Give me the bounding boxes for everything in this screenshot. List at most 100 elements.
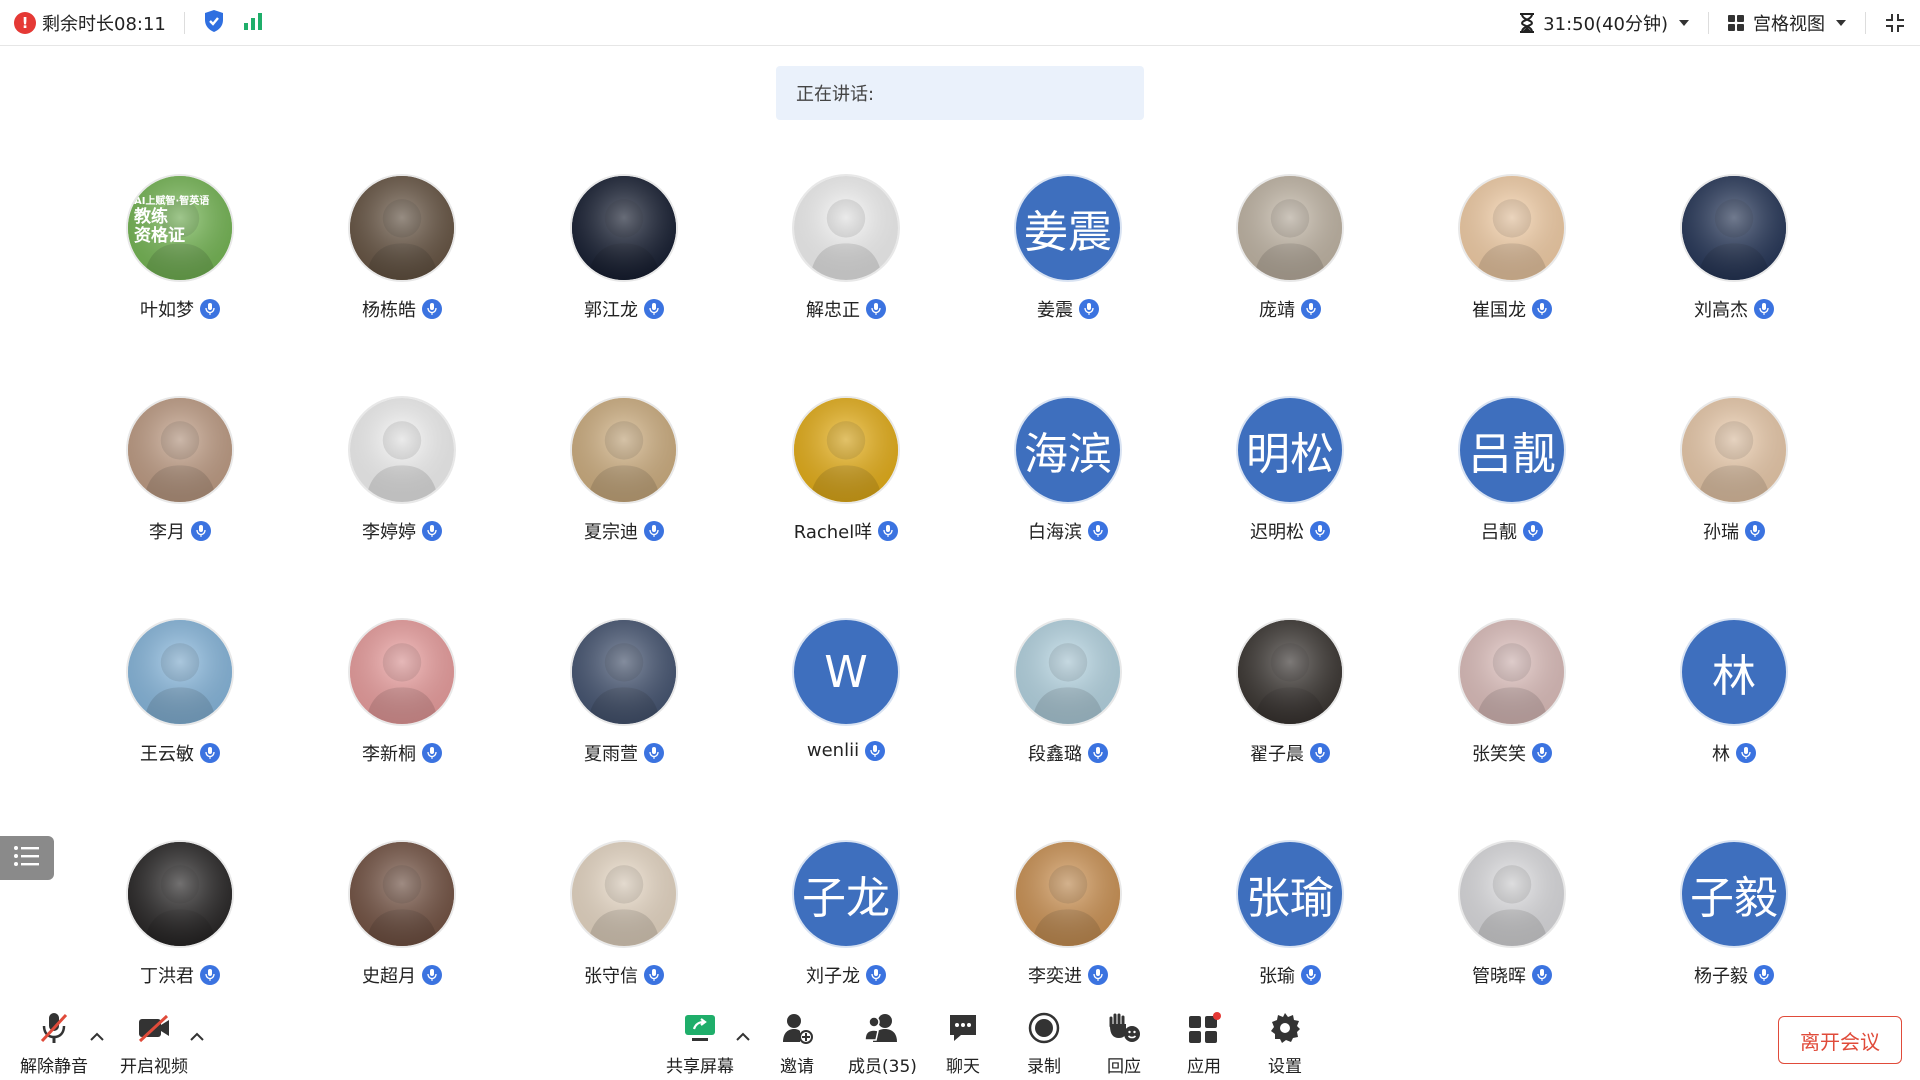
avatar[interactable] xyxy=(348,174,456,282)
audio-options-chevron[interactable] xyxy=(90,1030,104,1046)
participant-tile[interactable]: 丁洪君 xyxy=(69,840,291,1010)
avatar[interactable] xyxy=(348,396,456,504)
participant-name: 解忠正 xyxy=(806,300,860,321)
avatar[interactable] xyxy=(1458,174,1566,282)
participant-tile[interactable]: 庞靖 xyxy=(1179,174,1401,344)
view-mode-selector[interactable]: 宫格视图 xyxy=(1727,10,1847,36)
avatar[interactable]: 子龙 xyxy=(792,840,900,948)
participant-tile[interactable]: 杨栋皓 xyxy=(291,174,513,344)
participant-name: 丁洪君 xyxy=(140,966,194,987)
avatar[interactable]: W xyxy=(792,618,900,726)
participant-tile[interactable]: Rachel咩 xyxy=(735,396,957,566)
unmute-button[interactable]: 解除静音 xyxy=(20,1010,88,1077)
avatar[interactable]: 林 xyxy=(1680,618,1788,726)
participant-tile[interactable]: 王云敏 xyxy=(69,618,291,788)
mic-status-icon xyxy=(1745,521,1765,541)
participant-tile[interactable]: 海滨 白海滨 xyxy=(957,396,1179,566)
participant-tile[interactable]: 段鑫璐 xyxy=(957,618,1179,788)
chat-button[interactable]: 聊天 xyxy=(946,1010,980,1077)
avatar[interactable] xyxy=(1236,618,1344,726)
exit-fullscreen-button[interactable] xyxy=(1884,12,1906,34)
avatar[interactable] xyxy=(1236,174,1344,282)
avatar[interactable] xyxy=(570,840,678,948)
avatar[interactable] xyxy=(1014,840,1122,948)
avatar[interactable] xyxy=(1680,396,1788,504)
participant-tile[interactable]: 子龙 刘子龙 xyxy=(735,840,957,1010)
meeting-timer[interactable]: 31:50(40分钟) xyxy=(1519,10,1690,36)
participant-tile[interactable]: 解忠正 xyxy=(735,174,957,344)
avatar[interactable] xyxy=(570,396,678,504)
avatar[interactable] xyxy=(570,174,678,282)
mic-status-icon xyxy=(644,299,664,319)
members-button[interactable]: 成员(35) xyxy=(848,1010,917,1077)
participant-tile[interactable]: 李奕进 xyxy=(957,840,1179,1010)
video-options-chevron[interactable] xyxy=(190,1030,204,1046)
start-video-button[interactable]: 开启视频 xyxy=(120,1010,188,1077)
avatar[interactable]: 海滨 xyxy=(1014,396,1122,504)
participant-tile[interactable]: 李婷婷 xyxy=(291,396,513,566)
avatar[interactable] xyxy=(126,396,234,504)
avatar[interactable] xyxy=(348,840,456,948)
participant-tile[interactable]: 姜震 姜震 xyxy=(957,174,1179,344)
participant-tile[interactable]: 管晓晖 xyxy=(1401,840,1623,1010)
participant-tile[interactable]: 李月 xyxy=(69,396,291,566)
react-button[interactable]: 回应 xyxy=(1107,1010,1141,1077)
participant-tile[interactable]: 孙瑞 xyxy=(1623,396,1845,566)
share-options-chevron[interactable] xyxy=(736,1030,750,1046)
avatar[interactable] xyxy=(1458,840,1566,948)
mic-status-icon xyxy=(866,965,886,985)
share-screen-button[interactable]: 共享屏幕 xyxy=(666,1010,734,1077)
participant-tile[interactable]: AI上赋智·智英语 教练 资格证 叶如梦 xyxy=(69,174,291,344)
participant-name: 李婷婷 xyxy=(362,522,416,543)
view-mode-label: 宫格视图 xyxy=(1753,14,1825,35)
participant-tile[interactable]: 史超月 xyxy=(291,840,513,1010)
participant-name-row: 庞靖 xyxy=(1179,296,1401,322)
participant-tile[interactable]: 翟子晨 xyxy=(1179,618,1401,788)
avatar[interactable] xyxy=(792,174,900,282)
leave-meeting-button[interactable]: 离开会议 xyxy=(1778,1016,1902,1064)
invite-button[interactable]: 邀请 xyxy=(780,1010,814,1077)
participant-tile[interactable]: Wwenlii xyxy=(735,618,957,788)
avatar[interactable] xyxy=(1458,618,1566,726)
avatar[interactable] xyxy=(1680,174,1788,282)
participant-list-toggle[interactable] xyxy=(0,836,54,880)
participant-tile[interactable]: 郭江龙 xyxy=(513,174,735,344)
participant-tile[interactable]: 夏宗迪 xyxy=(513,396,735,566)
top-bar-left: ! 剩余时长08:11 xyxy=(14,0,263,46)
participant-tile[interactable]: 明松 迟明松 xyxy=(1179,396,1401,566)
participant-tile[interactable]: 夏雨萱 xyxy=(513,618,735,788)
avatar[interactable] xyxy=(126,840,234,948)
participant-tile[interactable]: 李新桐 xyxy=(291,618,513,788)
avatar[interactable] xyxy=(126,618,234,726)
avatar[interactable] xyxy=(570,618,678,726)
shield-icon[interactable] xyxy=(203,9,225,37)
mic-status-icon xyxy=(422,965,442,985)
avatar[interactable]: 子毅 xyxy=(1680,840,1788,948)
avatar[interactable]: AI上赋智·智英语 教练 资格证 xyxy=(126,174,234,282)
participant-tile[interactable]: 张笑笑 xyxy=(1401,618,1623,788)
participant-tile[interactable]: 子毅 杨子毅 xyxy=(1623,840,1845,1010)
info-icon[interactable]: ! xyxy=(14,12,36,34)
avatar[interactable]: 张瑜 xyxy=(1236,840,1344,948)
participant-tile[interactable]: 张守信 xyxy=(513,840,735,1010)
avatar[interactable] xyxy=(348,618,456,726)
avatar[interactable]: 明松 xyxy=(1236,396,1344,504)
avatar[interactable]: 姜震 xyxy=(1014,174,1122,282)
participant-name-row: 崔国龙 xyxy=(1401,296,1623,322)
signal-strength-icon[interactable] xyxy=(243,12,263,34)
record-button[interactable]: 录制 xyxy=(1027,1010,1061,1077)
avatar[interactable] xyxy=(1014,618,1122,726)
settings-button[interactable]: 设置 xyxy=(1268,1010,1302,1077)
participant-tile[interactable]: 崔国龙 xyxy=(1401,174,1623,344)
avatar[interactable] xyxy=(792,396,900,504)
top-bar-right: 31:50(40分钟) 宫格视图 xyxy=(1519,0,1920,46)
apps-button[interactable]: 应用 xyxy=(1187,1010,1221,1077)
participant-tile[interactable]: 刘高杰 xyxy=(1623,174,1845,344)
participant-tile[interactable]: 吕靓 吕靓 xyxy=(1401,396,1623,566)
participant-tile[interactable]: 林林 xyxy=(1623,618,1845,788)
avatar[interactable]: 吕靓 xyxy=(1458,396,1566,504)
invite-user-icon xyxy=(781,1010,813,1046)
participant-tile[interactable]: 张瑜 张瑜 xyxy=(1179,840,1401,1010)
mic-status-icon xyxy=(1301,299,1321,319)
mic-status-icon xyxy=(1736,743,1756,763)
